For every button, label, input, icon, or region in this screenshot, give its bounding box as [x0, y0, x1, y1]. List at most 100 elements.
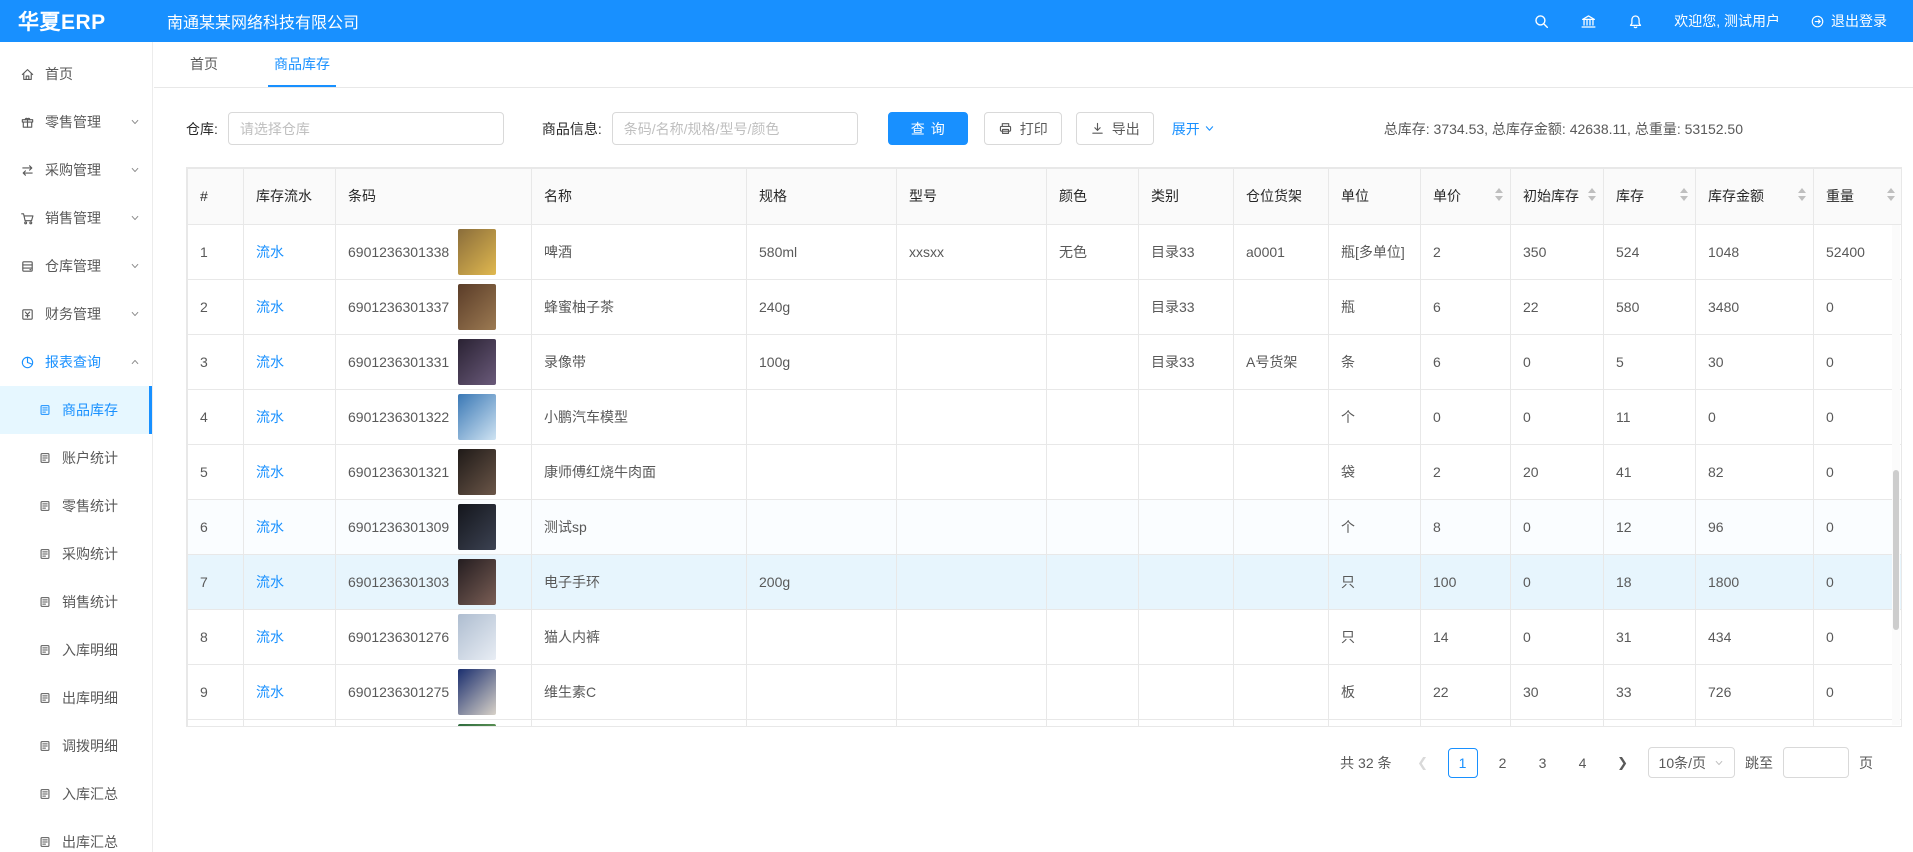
sidebar-subitem-调拨明细[interactable]: 调拨明细	[0, 722, 152, 770]
cell-flow: 流水	[244, 225, 336, 280]
page-size-select[interactable]: 10条/页	[1648, 747, 1735, 778]
cell-init-stock: 0	[1511, 335, 1604, 390]
prev-page-button[interactable]: ❮	[1408, 748, 1438, 778]
sidebar-item-首页[interactable]: 首页	[0, 50, 152, 98]
column-header-label: 名称	[544, 188, 572, 204]
sidebar-subitem-采购统计[interactable]: 采购统计	[0, 530, 152, 578]
column-header-库存金额[interactable]: 库存金额	[1696, 169, 1814, 225]
cell-flow: 流水	[244, 390, 336, 445]
page-button-3[interactable]: 3	[1528, 748, 1558, 778]
flow-link[interactable]: 流水	[256, 464, 284, 480]
product-thumbnail[interactable]	[458, 559, 496, 605]
column-header-重量[interactable]: 重量	[1814, 169, 1903, 225]
bell-icon[interactable]	[1627, 13, 1644, 30]
column-header-单价[interactable]: 单价	[1421, 169, 1511, 225]
warehouse-input[interactable]	[228, 112, 504, 145]
expand-toggle[interactable]: 展开	[1172, 119, 1215, 139]
barcode-text: 6901236301309	[348, 519, 449, 535]
sort-icon[interactable]	[1798, 188, 1806, 201]
sidebar-subitem-账户统计[interactable]: 账户统计	[0, 434, 152, 482]
column-header-单位: 单位	[1329, 169, 1421, 225]
sort-icon[interactable]	[1887, 188, 1895, 201]
sidebar-item-报表查询[interactable]: 报表查询	[0, 338, 152, 386]
cell-model	[897, 665, 1047, 720]
sidebar-subitem-商品库存[interactable]: 商品库存	[0, 386, 152, 434]
platform-icon[interactable]	[1580, 13, 1597, 30]
flow-link[interactable]: 流水	[256, 629, 284, 645]
cell-stock: 524	[1604, 225, 1696, 280]
cell-stock: 5	[1604, 335, 1696, 390]
flow-link[interactable]: 流水	[256, 354, 284, 370]
sidebar-item-label: 销售管理	[45, 208, 101, 228]
cell-spec: 100g	[747, 335, 897, 390]
product-thumbnail[interactable]	[458, 229, 496, 275]
flow-link[interactable]: 流水	[256, 244, 284, 260]
report-doc-icon	[38, 547, 52, 561]
cell-name: 啤酒	[532, 225, 747, 280]
flow-link[interactable]: 流水	[256, 299, 284, 315]
cell-flow: 流水	[244, 720, 336, 728]
cell-index: 8	[188, 610, 244, 665]
product-thumbnail[interactable]	[458, 339, 496, 385]
product-thumbnail[interactable]	[458, 724, 496, 727]
next-page-button[interactable]: ❯	[1608, 748, 1638, 778]
flow-link[interactable]: 流水	[256, 519, 284, 535]
barcode-text: 6901236301321	[348, 464, 449, 480]
page-button-1[interactable]: 1	[1448, 748, 1478, 778]
logout-button[interactable]: 退出登录	[1810, 11, 1887, 31]
top-bar: 华夏ERP 南通某某网络科技有限公司 欢迎您, 测试用户 退出登录	[0, 0, 1913, 42]
cell-index: 6	[188, 500, 244, 555]
sidebar-subitem-入库汇总[interactable]: 入库汇总	[0, 770, 152, 818]
export-label: 导出	[1112, 119, 1140, 139]
column-header-#: #	[188, 169, 244, 225]
expand-label: 展开	[1172, 119, 1200, 139]
product-thumbnail[interactable]	[458, 504, 496, 550]
cell-amount: 1800	[1696, 555, 1814, 610]
tab-首页[interactable]: 首页	[184, 42, 224, 87]
sidebar-item-零售管理[interactable]: 零售管理	[0, 98, 152, 146]
sidebar-item-采购管理[interactable]: 采购管理	[0, 146, 152, 194]
product-thumbnail[interactable]	[458, 284, 496, 330]
sort-icon[interactable]	[1680, 188, 1688, 201]
sort-icon[interactable]	[1588, 188, 1596, 201]
flow-link[interactable]: 流水	[256, 684, 284, 700]
flow-link[interactable]: 流水	[256, 574, 284, 590]
sidebar-item-仓库管理[interactable]: 仓库管理	[0, 242, 152, 290]
product-thumbnail[interactable]	[458, 614, 496, 660]
flow-link[interactable]: 流水	[256, 409, 284, 425]
product-info-input[interactable]	[612, 112, 858, 145]
product-thumbnail[interactable]	[458, 394, 496, 440]
cell-spec	[747, 720, 897, 728]
sidebar-item-销售管理[interactable]: 销售管理	[0, 194, 152, 242]
sidebar-subitem-销售统计[interactable]: 销售统计	[0, 578, 152, 626]
product-thumbnail[interactable]	[458, 669, 496, 715]
tab-商品库存[interactable]: 商品库存	[268, 42, 336, 87]
sidebar-subitem-零售统计[interactable]: 零售统计	[0, 482, 152, 530]
page-numbers: 1234	[1448, 748, 1598, 778]
cell-spec: 200g	[747, 555, 897, 610]
cell-unit: 袋	[1329, 445, 1421, 500]
column-header-库存[interactable]: 库存	[1604, 169, 1696, 225]
jump-page-input[interactable]	[1783, 747, 1849, 778]
cell-weight	[1814, 720, 1903, 728]
barcode-text: 6901236301322	[348, 409, 449, 425]
product-thumbnail[interactable]	[458, 449, 496, 495]
search-button[interactable]: 查询	[888, 112, 968, 145]
cell-model	[897, 335, 1047, 390]
export-button[interactable]: 导出	[1076, 112, 1154, 145]
sidebar-item-财务管理[interactable]: 财务管理	[0, 290, 152, 338]
search-icon[interactable]	[1533, 13, 1550, 30]
sort-icon[interactable]	[1495, 188, 1503, 201]
sidebar-subitem-入库明细[interactable]: 入库明细	[0, 626, 152, 674]
page-button-2[interactable]: 2	[1488, 748, 1518, 778]
print-button[interactable]: 打印	[984, 112, 1062, 145]
vertical-scrollbar	[1892, 225, 1900, 725]
column-header-颜色: 颜色	[1047, 169, 1139, 225]
scrollbar-thumb[interactable]	[1893, 470, 1899, 630]
barcode-text: 6901236301276	[348, 629, 449, 645]
sidebar-subitem-出库明细[interactable]: 出库明细	[0, 674, 152, 722]
page-button-4[interactable]: 4	[1568, 748, 1598, 778]
column-header-初始库存[interactable]: 初始库存	[1511, 169, 1604, 225]
sidebar-subitem-出库汇总[interactable]: 出库汇总	[0, 818, 152, 852]
cell-index: 5	[188, 445, 244, 500]
